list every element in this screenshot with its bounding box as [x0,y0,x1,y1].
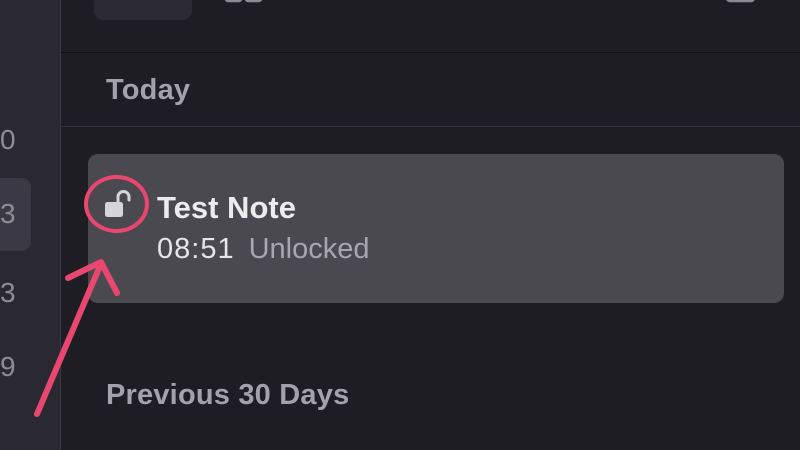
annotation-arrow [34,259,120,417]
